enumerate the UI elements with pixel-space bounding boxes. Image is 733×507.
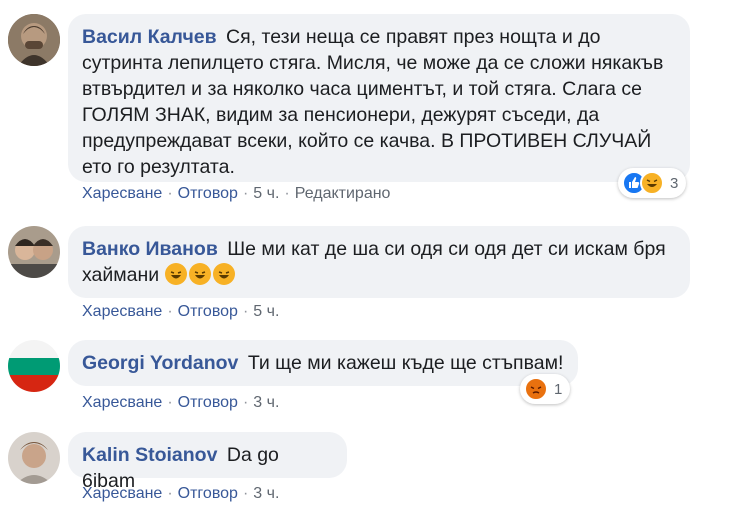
comment-text-line: ето го резултата. xyxy=(82,156,235,178)
reaction-count: 3 xyxy=(670,174,679,192)
edited-label[interactable]: Редактирано xyxy=(295,185,391,202)
reaction-summary[interactable]: 3 xyxy=(618,168,687,198)
timestamp[interactable]: 5 ч. xyxy=(253,303,279,320)
comment-actions: Харесване · Отговор · 3 ч. xyxy=(82,394,279,412)
comment-bubble: Васил Калчев Ся, тези неща се правят пре… xyxy=(68,14,690,182)
comment-author[interactable]: Kalin Stoianov xyxy=(82,444,217,466)
like-link[interactable]: Харесване xyxy=(82,485,162,502)
comment-actions: Харесване · Отговор · 3 ч. xyxy=(82,485,279,503)
comment-2: Ванко Иванов Ше ми кат де ша си одя си о… xyxy=(0,222,733,332)
comment-text-line: втвърдител и за няколко часа циментът, и… xyxy=(82,78,642,100)
comment-text-line: Ше ми кат де ша си одя си одя дет си иск… xyxy=(227,238,666,260)
comment-1: Васил Калчев Ся, тези неща се правят пре… xyxy=(0,0,733,210)
angry-icon xyxy=(524,377,548,401)
reply-link[interactable]: Отговор xyxy=(178,394,238,411)
avatar[interactable] xyxy=(8,432,60,484)
comment-actions: Харесване · Отговор · 5 ч. xyxy=(82,303,279,321)
timestamp[interactable]: 5 ч. xyxy=(253,185,279,202)
comment-text-line: хаймани xyxy=(82,264,160,286)
comment-text: Ти ще ми кажеш къде ще стъпвам! xyxy=(247,352,564,374)
separator: · xyxy=(167,303,173,320)
avatar[interactable] xyxy=(8,14,60,66)
separator: · xyxy=(242,485,249,502)
comment-bubble: Kalin Stoianov Da go 6ibam xyxy=(68,432,347,492)
rofl-emoji-icon xyxy=(188,263,211,285)
separator: · xyxy=(242,394,249,411)
separator: · xyxy=(242,303,249,320)
reaction-summary[interactable]: 1 xyxy=(520,374,571,404)
comment-3: Georgi Yordanov Ти ще ми кажеш къде ще с… xyxy=(0,340,733,420)
separator: · xyxy=(167,185,173,202)
rofl-emoji-icon xyxy=(212,263,235,285)
like-link[interactable]: Харесване xyxy=(82,185,162,202)
comment-text-line: ГОЛЯМ ЗНАК, видим за пенсионери, дежурят… xyxy=(82,104,600,126)
comment-text-line: Ся, тези неща се правят през нощта и до xyxy=(226,26,601,48)
haha-icon xyxy=(640,171,664,195)
comment-bubble: Georgi Yordanov Ти ще ми кажеш къде ще с… xyxy=(68,340,578,386)
avatar[interactable] xyxy=(8,226,60,278)
comment-bubble: Ванко Иванов Ше ми кат де ша си одя си о… xyxy=(68,226,690,298)
comment-4: Kalin Stoianov Da go 6ibam Харесване · Отг… xyxy=(0,430,733,507)
comment-author[interactable]: Ванко Иванов xyxy=(82,238,218,260)
reply-link[interactable]: Отговор xyxy=(178,185,238,202)
comment-text-line: сутринта лепилцето стяга. Мисля, че може… xyxy=(82,52,664,74)
comment-actions: Харесване · Отговор · 5 ч. · Редактирано xyxy=(82,185,390,203)
timestamp[interactable]: 3 ч. xyxy=(253,394,279,411)
like-link[interactable]: Харесване xyxy=(82,394,162,411)
rofl-emoji-icon xyxy=(164,263,187,285)
reaction-count: 1 xyxy=(554,380,563,398)
separator: · xyxy=(242,185,249,202)
reply-link[interactable]: Отговор xyxy=(178,303,238,320)
avatar[interactable] xyxy=(8,340,60,392)
like-link[interactable]: Харесване xyxy=(82,303,162,320)
separator: · xyxy=(167,394,173,411)
separator: · xyxy=(284,185,290,202)
comment-author[interactable]: Georgi Yordanov xyxy=(82,352,238,374)
separator: · xyxy=(167,485,173,502)
reply-link[interactable]: Отговор xyxy=(178,485,238,502)
comment-author[interactable]: Васил Калчев xyxy=(82,26,217,48)
timestamp[interactable]: 3 ч. xyxy=(253,485,279,502)
comment-text-line: предупреждават всеки, който се качва. В … xyxy=(82,130,652,152)
